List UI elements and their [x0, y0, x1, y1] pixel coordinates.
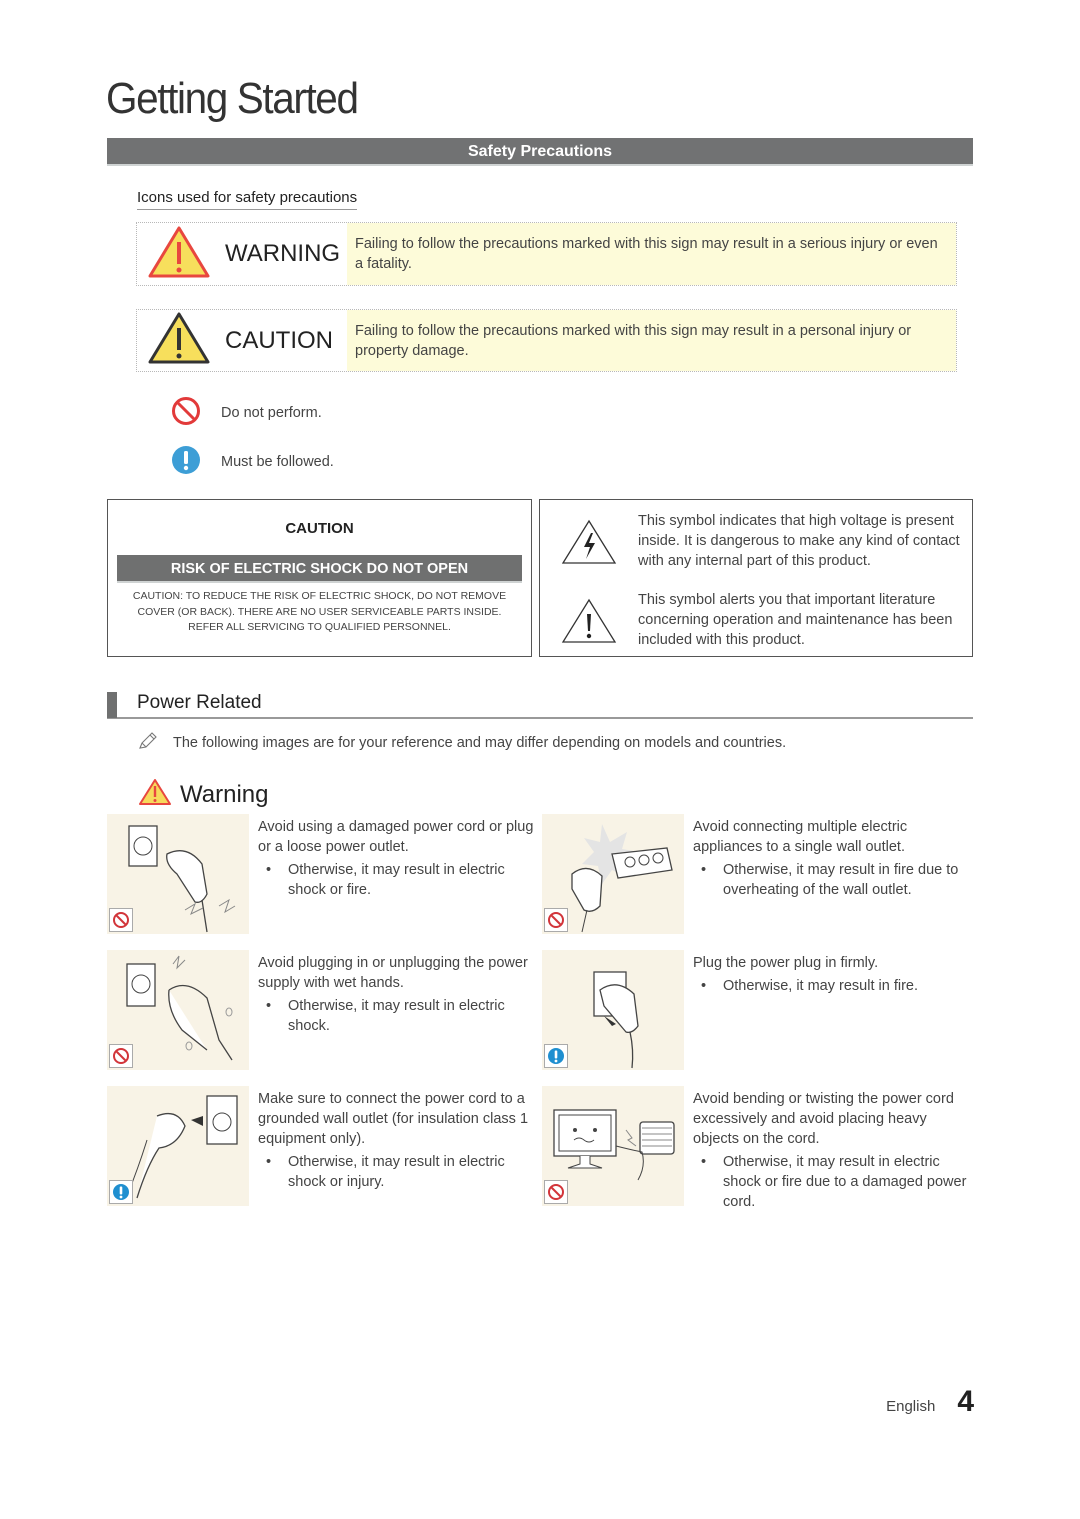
illustration-heavy-object-on-cord — [542, 1086, 684, 1206]
power-related-heading: Power Related — [107, 690, 973, 719]
item-text: Make sure to connect the power cord to a… — [258, 1091, 529, 1147]
page-number: 4 — [957, 1385, 974, 1418]
electric-shock-caution-box: CAUTION RISK OF ELECTRIC SHOCK DO NOT OP… — [107, 499, 532, 657]
caution-triangle-icon — [147, 311, 211, 370]
warning-triangle-icon — [138, 778, 172, 811]
item-bullet: Otherwise, it may result in fire. — [723, 978, 918, 994]
bullet-dot: • — [701, 978, 707, 994]
illustration-multiple-plugs — [542, 814, 684, 934]
power-item: Plug the power plug in firmly. • Otherwis… — [542, 950, 972, 1075]
item-text: Avoid connecting multiple electric appli… — [693, 819, 908, 855]
prohibited-icon — [171, 396, 201, 430]
item-text: Avoid bending or twisting the power cord… — [693, 1091, 954, 1147]
symbol-text: This symbol alerts you that important li… — [638, 592, 953, 648]
caution-box-text: CAUTION: TO REDUCE THE RISK OF ELECTRIC … — [108, 589, 531, 636]
item-bullet: Otherwise, it may result in fire due to … — [723, 862, 959, 898]
legend-do-not-perform: Do not perform. — [171, 396, 322, 430]
heading-marker — [107, 692, 117, 718]
illustration-plug-firmly — [542, 950, 684, 1070]
item-bullet: Otherwise, it may result in electric sho… — [723, 1154, 967, 1210]
mandatory-badge-icon — [544, 1044, 568, 1068]
warning-word: WARNING — [225, 240, 341, 267]
page-footer: English 4 — [886, 1385, 974, 1419]
warning-label: Warning — [180, 780, 269, 808]
item-text: Avoid plugging in or unplugging the powe… — [258, 955, 528, 991]
symbol-row-important: This symbol alerts you that important li… — [540, 590, 972, 650]
exclamation-circle-icon — [171, 445, 201, 479]
illustration-damaged-cord — [107, 814, 249, 934]
legend-label: Must be followed. — [221, 454, 334, 470]
prohibited-badge-icon — [109, 908, 133, 932]
item-bullet: Otherwise, it may result in electric sho… — [288, 998, 505, 1034]
item-text: Plug the power plug in firmly. — [693, 955, 879, 971]
exclamation-triangle-icon — [561, 598, 617, 650]
legend-label: Do not perform. — [221, 405, 322, 421]
section-title-bar: Safety Precautions — [107, 138, 973, 166]
note-text: The following images are for your refere… — [173, 735, 787, 751]
warning-subheading: Warning — [138, 778, 268, 811]
page-title: Getting Started — [106, 74, 359, 123]
caution-sign-row: CAUTION Failing to follow the precaution… — [136, 309, 957, 372]
power-item: Avoid connecting multiple electric appli… — [542, 814, 972, 939]
bullet-dot: • — [701, 862, 707, 878]
caution-box-title: CAUTION — [285, 520, 354, 537]
caution-word: CAUTION — [225, 326, 333, 354]
risk-banner: RISK OF ELECTRIC SHOCK DO NOT OPEN — [117, 555, 522, 583]
power-related-title: Power Related — [137, 692, 262, 713]
prohibited-badge-icon — [109, 1044, 133, 1068]
symbol-text: This symbol indicates that high voltage … — [638, 513, 960, 569]
reference-note: The following images are for your refere… — [137, 731, 786, 755]
power-item: Avoid using a damaged power cord or plug… — [107, 814, 537, 939]
symbols-explanation-box: This symbol indicates that high voltage … — [539, 499, 973, 657]
prohibited-badge-icon — [544, 908, 568, 932]
power-item: Avoid bending or twisting the power cord… — [542, 1086, 972, 1211]
caution-line: COVER (OR BACK). THERE ARE NO USER SERVI… — [137, 605, 502, 618]
item-text: Avoid using a damaged power cord or plug… — [258, 819, 534, 855]
bullet-dot: • — [266, 998, 272, 1014]
caution-line: CAUTION: TO REDUCE THE RISK OF ELECTRIC … — [132, 590, 507, 602]
warning-triangle-icon — [147, 225, 211, 284]
legend-must-be-followed: Must be followed. — [171, 445, 334, 479]
item-bullet: Otherwise, it may result in electric sho… — [288, 1154, 505, 1190]
high-voltage-triangle-icon — [561, 519, 617, 571]
power-item: Avoid plugging in or unplugging the powe… — [107, 950, 537, 1075]
footer-language: English — [886, 1398, 936, 1415]
prohibited-badge-icon — [544, 1180, 568, 1204]
illustration-wet-hands — [107, 950, 249, 1070]
item-bullet: Otherwise, it may result in electric sho… — [288, 862, 505, 898]
caution-description: Failing to follow the precautions marked… — [347, 310, 956, 371]
bullet-dot: • — [266, 862, 272, 878]
pencil-note-icon — [137, 731, 159, 755]
illustration-grounded-outlet — [107, 1086, 249, 1206]
warning-sign-row: WARNING Failing to follow the precaution… — [136, 222, 957, 286]
bullet-dot: • — [701, 1154, 707, 1170]
symbol-row-high-voltage: This symbol indicates that high voltage … — [540, 511, 972, 571]
icons-subheading: Icons used for safety precautions — [137, 189, 358, 210]
caution-line: REFER ALL SERVICING TO QUALIFIED PERSONN… — [188, 621, 451, 633]
bullet-dot: • — [266, 1154, 272, 1170]
power-item: Make sure to connect the power cord to a… — [107, 1086, 537, 1211]
mandatory-badge-icon — [109, 1180, 133, 1204]
warning-description: Failing to follow the precautions marked… — [347, 223, 956, 285]
